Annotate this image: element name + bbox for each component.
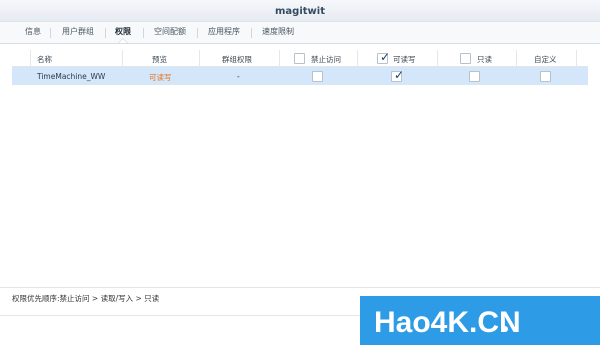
tab-info[interactable]: 信息 xyxy=(22,26,44,42)
tab-divider xyxy=(105,28,106,38)
tab-divider xyxy=(251,28,252,38)
column-divider xyxy=(516,50,517,67)
checkmark-icon: ✓ xyxy=(394,68,405,82)
watermark-text: Hao4K.CN xyxy=(374,306,521,339)
tab-speed-limit[interactable]: 速度限制 xyxy=(258,26,298,42)
row-group-permission: - xyxy=(237,72,240,81)
permission-priority-note: 权限优先顺序:禁止访问 > 读取/写入 > 只读 xyxy=(12,294,160,303)
row-name: TimeMachine_WW xyxy=(37,72,106,81)
tab-applications[interactable]: 应用程序 xyxy=(204,26,244,42)
window-title: magitwit xyxy=(275,6,325,17)
column-divider xyxy=(30,50,31,67)
footer-divider xyxy=(0,287,600,288)
column-header-preview[interactable]: 预览 xyxy=(152,54,167,65)
column-header-name[interactable]: 名称 xyxy=(37,54,52,65)
row-checkbox-read-only[interactable] xyxy=(469,71,480,82)
active-tab-pointer xyxy=(118,38,128,43)
tab-user-groups[interactable]: 用户群组 xyxy=(58,26,98,42)
tab-divider xyxy=(197,28,198,38)
column-divider xyxy=(576,50,577,67)
row-checkbox-read-write[interactable]: ✓ xyxy=(391,68,405,82)
row-preview: 可读写 xyxy=(149,73,172,82)
column-divider xyxy=(122,50,123,67)
column-header-deny: 禁止访问 xyxy=(311,55,341,64)
header-checkbox-read-only[interactable] xyxy=(460,53,471,64)
column-divider xyxy=(199,50,200,67)
column-header-read-write: 可读写 xyxy=(393,55,416,64)
column-divider xyxy=(279,50,280,67)
row-checkbox-deny[interactable] xyxy=(312,71,323,82)
tab-divider xyxy=(50,28,51,38)
header-checkbox-deny[interactable] xyxy=(294,53,305,64)
window-titlebar: magitwit xyxy=(0,0,600,22)
tab-quota[interactable]: 空间配额 xyxy=(150,26,190,42)
dot-icon xyxy=(502,326,508,332)
column-header-read-only: 只读 xyxy=(477,55,492,64)
row-checkbox-custom[interactable] xyxy=(540,71,551,82)
column-header-group-permission[interactable]: 群组权限 xyxy=(222,54,252,65)
tab-bar: 信息 用户群组 权限 空间配额 应用程序 速度限制 xyxy=(0,22,600,44)
column-divider xyxy=(437,50,438,67)
tab-divider xyxy=(143,28,144,38)
watermark-logo: Hao4K.CN xyxy=(360,296,600,345)
checkmark-icon: ✓ xyxy=(380,50,391,64)
header-checkbox-read-write[interactable]: ✓ xyxy=(377,50,391,64)
column-header-custom[interactable]: 自定义 xyxy=(534,54,557,65)
column-divider xyxy=(357,50,358,67)
